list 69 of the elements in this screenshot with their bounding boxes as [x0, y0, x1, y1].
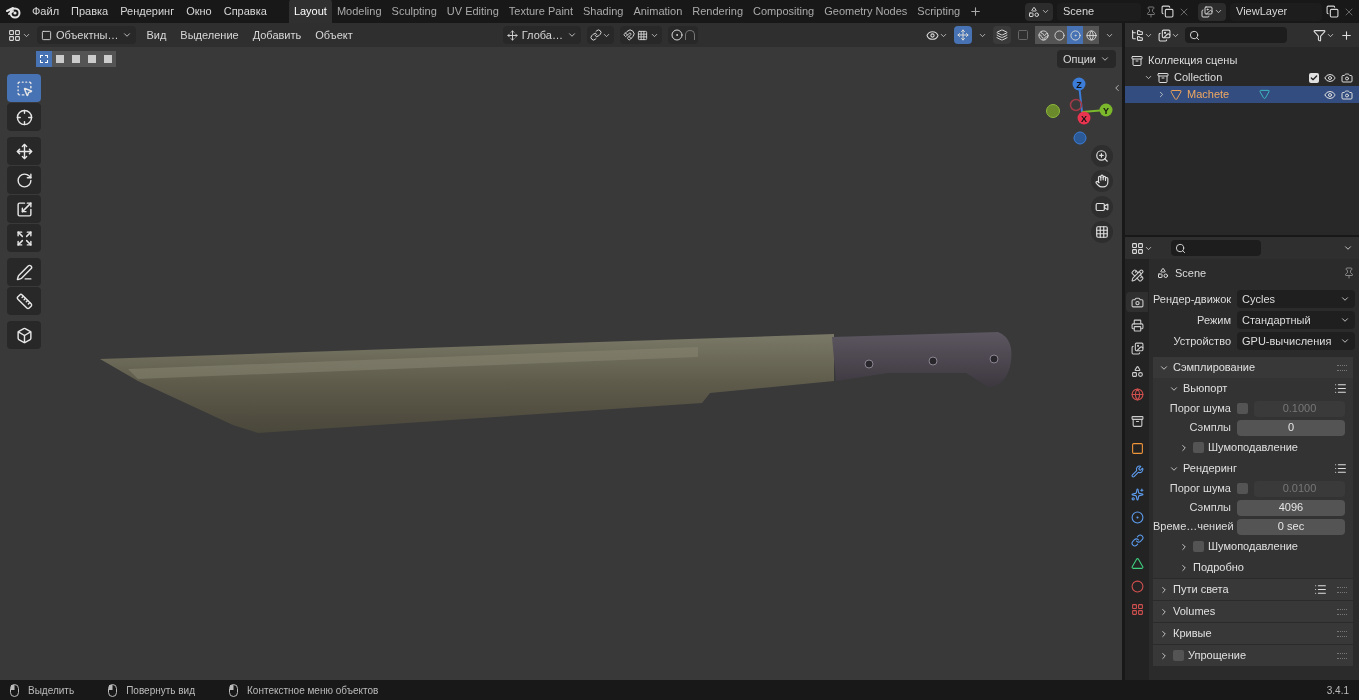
menu-item[interactable]: Файл	[26, 3, 66, 20]
workspace-tab[interactable]: Scripting	[912, 0, 966, 24]
field-label: Режим	[1196, 312, 1231, 328]
outliner-label: Machete	[1187, 87, 1230, 103]
workspace-tab[interactable]: Texture Paint	[503, 0, 578, 24]
workspace-tab[interactable]: Modeling	[331, 0, 387, 24]
outliner-row[interactable]: Collection	[1125, 69, 1359, 86]
mode-dropdown[interactable]: Объектны…	[37, 26, 137, 44]
axis-label: Z	[1076, 79, 1082, 90]
outliner-row[interactable]: Коллекция сцены	[1125, 52, 1359, 69]
outliner-row[interactable]: Machete	[1125, 86, 1359, 103]
field-label: Рендер-движок	[1153, 291, 1231, 307]
panel-title: Вьюпорт	[1183, 381, 1228, 397]
field-label: Порог шума	[1168, 401, 1231, 417]
panel-title: Подробно	[1193, 560, 1244, 576]
field-label: Сэмплы	[1188, 500, 1231, 516]
workspace-tab[interactable]: Shading	[578, 0, 629, 24]
dropdown-field[interactable]: Cycles	[1237, 290, 1355, 308]
status-hint: Повернуть вид	[126, 683, 196, 698]
panel-header[interactable]: Упрощение	[1153, 645, 1353, 666]
panel-title: Рендеринг	[1183, 461, 1237, 477]
field-label: Порог шума	[1168, 481, 1231, 497]
panel-title: Volumes	[1173, 604, 1216, 620]
menu-item[interactable]: Рендеринг	[114, 3, 181, 20]
status-hint: Контекстное меню объектов	[247, 683, 379, 698]
menu-item[interactable]: Выделение	[176, 26, 243, 44]
panel-title: Шумоподавление	[1208, 440, 1298, 456]
menu-item[interactable]: Окно	[180, 3, 218, 20]
panel-header[interactable]: Volumes	[1153, 601, 1353, 622]
outliner-label: Collection	[1174, 70, 1223, 86]
panel-title: Шумоподавление	[1208, 539, 1298, 555]
menu-item[interactable]: Вид	[142, 26, 171, 44]
view-layer-field[interactable]: ViewLayer	[1230, 2, 1322, 21]
dropdown-field[interactable]: Стандартный	[1237, 311, 1355, 329]
workspace-tab[interactable]: Geometry Nodes	[819, 0, 913, 24]
panel-header[interactable]: Сэмплирование	[1153, 357, 1353, 378]
panel-title: Пути света	[1173, 582, 1229, 598]
menu-item[interactable]: Справка	[217, 3, 273, 20]
number-field[interactable]: 0	[1237, 419, 1345, 436]
axis-gizmo[interactable]: Z Y X	[1044, 75, 1118, 147]
options-dropdown[interactable]: Опции	[1056, 50, 1116, 68]
workspace-tab[interactable]: Animation	[628, 0, 688, 24]
context-label: Scene	[1175, 265, 1207, 281]
panel-title: Сэмплирование	[1173, 360, 1256, 376]
number-field[interactable]: 4096	[1237, 499, 1345, 516]
axis-label: X	[1081, 113, 1087, 124]
status-hint: Выделить	[28, 683, 75, 698]
panel-header[interactable]: Кривые	[1153, 623, 1353, 644]
number-field[interactable]: 0 sec	[1237, 518, 1345, 535]
scene-field[interactable]: Scene	[1057, 2, 1141, 21]
version-label: 3.4.1	[1326, 683, 1349, 698]
menu-item[interactable]: Объект	[311, 26, 357, 44]
workspace-tab[interactable]: UV Editing	[441, 0, 504, 24]
workspace-tab[interactable]: Compositing	[748, 0, 820, 24]
field-label: Устройство	[1172, 333, 1231, 349]
orientation-dropdown[interactable]: Глоба…	[502, 26, 581, 44]
outliner-label: Коллекция сцены	[1148, 53, 1238, 69]
workspace-tab[interactable]: Rendering	[687, 0, 749, 24]
field-label: Сэмплы	[1188, 420, 1231, 436]
axis-label: Y	[1103, 105, 1109, 116]
menu-item[interactable]: Правка	[65, 3, 115, 20]
menu-item[interactable]: Добавить	[248, 26, 306, 44]
dropdown-field[interactable]: GPU-вычисления	[1237, 332, 1355, 350]
field-label: Време…ченией	[1153, 519, 1231, 535]
panel-title: Кривые	[1173, 626, 1212, 642]
panel-header[interactable]: Пути света	[1153, 579, 1353, 600]
workspace-tab[interactable]: Sculpting	[386, 0, 442, 24]
panel-title: Упрощение	[1188, 648, 1247, 664]
workspace-tab[interactable]: Layout	[288, 0, 332, 24]
